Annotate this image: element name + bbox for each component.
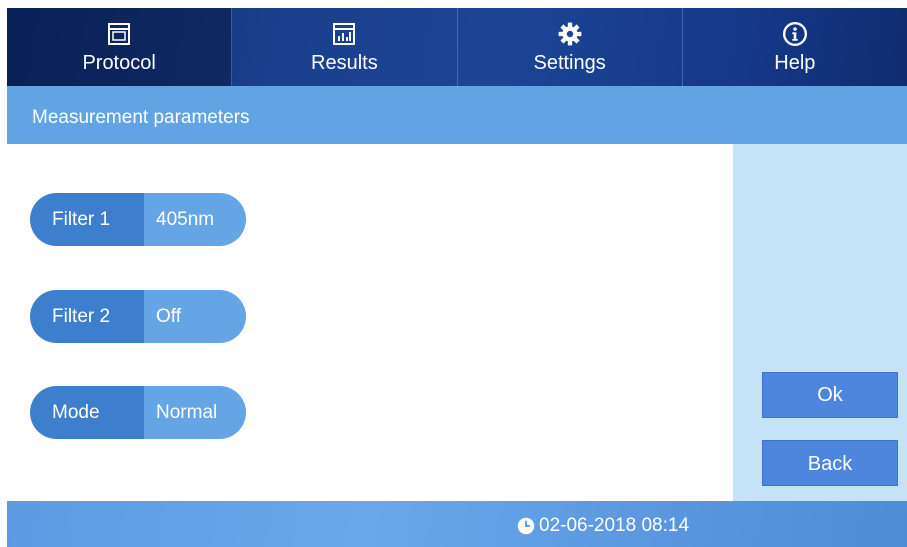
tab-protocol[interactable]: Protocol: [7, 8, 233, 86]
datetime-display: 02-06-2018 08:14: [517, 515, 689, 537]
page-title-bar: Measurement parameters: [7, 86, 907, 144]
tab-help-label: Help: [774, 51, 816, 74]
info-icon: [781, 20, 809, 48]
filter-1-label: Filter 1: [30, 193, 144, 246]
tab-protocol-label: Protocol: [82, 51, 156, 74]
mode-label: Mode: [30, 386, 144, 439]
bar-chart-icon: [330, 20, 358, 48]
tab-help[interactable]: Help: [683, 8, 907, 86]
ok-button[interactable]: Ok: [762, 372, 898, 418]
action-panel: Ok Back: [733, 144, 907, 501]
filter-1-control[interactable]: Filter 1 405nm: [30, 193, 246, 246]
parameters-panel: Filter 1 405nm Filter 2 Off Mode Normal: [7, 144, 733, 501]
status-bar: 02-06-2018 08:14: [7, 501, 907, 547]
gear-icon: [556, 20, 584, 48]
tab-settings[interactable]: Settings: [458, 8, 683, 86]
page-title: Measurement parameters: [32, 107, 250, 128]
filter-2-value[interactable]: Off: [144, 290, 246, 343]
filter-2-control[interactable]: Filter 2 Off: [30, 290, 246, 343]
tab-settings-label: Settings: [533, 51, 606, 74]
filter-1-value[interactable]: 405nm: [144, 193, 246, 246]
tab-results-label: Results: [311, 51, 378, 74]
window-icon: [105, 20, 133, 48]
clock-icon: [517, 517, 535, 535]
back-button[interactable]: Back: [762, 440, 898, 486]
datetime-text: 02-06-2018 08:14: [539, 515, 690, 536]
filter-2-label: Filter 2: [30, 290, 144, 343]
top-navigation: Protocol Results Settings Help: [7, 8, 907, 86]
tab-results[interactable]: Results: [232, 8, 458, 86]
mode-control[interactable]: Mode Normal: [30, 386, 246, 439]
mode-value[interactable]: Normal: [144, 386, 246, 439]
